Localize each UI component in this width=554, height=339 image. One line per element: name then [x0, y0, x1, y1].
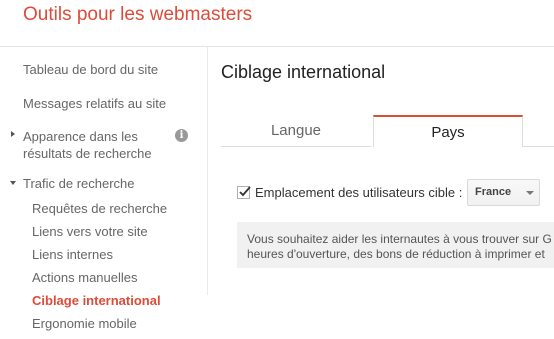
sidebar-subitem-international-targeting[interactable]: Ciblage international: [32, 292, 161, 309]
app-title: Outils pour les webmasters: [23, 4, 253, 25]
sidebar-subitem-search-queries[interactable]: Requêtes de recherche: [32, 200, 167, 217]
sidebar-subitem-internal-links[interactable]: Liens internes: [32, 246, 113, 263]
target-users-label: Emplacement des utilisateurs cible :: [255, 185, 463, 200]
sidebar-subitem-mobile-usability[interactable]: Ergonomie mobile: [32, 315, 137, 332]
sidebar-subitem-links-to-site[interactable]: Liens vers votre site: [32, 223, 148, 240]
sidebar-item-dashboard[interactable]: Tableau de bord du site: [23, 61, 158, 78]
info-icon[interactable]: i: [175, 129, 188, 142]
sidebar-item-messages[interactable]: Messages relatifs au site: [23, 95, 166, 112]
chevron-right-icon[interactable]: [11, 131, 15, 137]
sidebar-item-search-appearance[interactable]: Apparence dans les résultats de recherch…: [23, 128, 163, 162]
sidebar-divider: [207, 47, 208, 295]
checkmark-icon: [239, 186, 251, 197]
tab-langue[interactable]: Langue: [221, 115, 371, 147]
info-box: Vous souhaitez aider les internautes à v…: [237, 222, 554, 268]
country-select-value: France: [475, 186, 512, 198]
sidebar-subitem-manual-actions[interactable]: Actions manuelles: [32, 269, 138, 286]
tab-pays[interactable]: Pays: [373, 115, 523, 147]
target-users-checkbox[interactable]: [237, 186, 251, 199]
chevron-down-icon[interactable]: [10, 181, 16, 185]
country-select[interactable]: France: [467, 179, 540, 206]
sidebar-item-search-traffic[interactable]: Trafic de recherche: [23, 175, 135, 192]
chevron-down-icon: [526, 191, 534, 195]
info-text: Vous souhaitez aider les internautes à v…: [247, 232, 552, 261]
tab-bar-divider: [523, 146, 554, 147]
page-title: Ciblage international: [221, 62, 386, 82]
